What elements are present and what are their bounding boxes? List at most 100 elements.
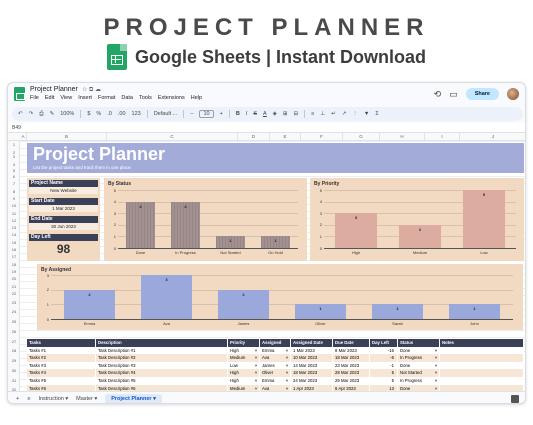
star-move-cloud-icons[interactable]: ☆ ⧉ ☁ [82, 86, 101, 94]
fill-color-icon[interactable]: ◈ [273, 111, 277, 117]
share-button[interactable]: Share [465, 88, 499, 100]
font-size-decrease-icon[interactable]: − [190, 111, 193, 117]
table-cell[interactable]: 10 Mar 2023 [291, 354, 333, 362]
name-box[interactable]: B49 [12, 125, 21, 131]
column-header-due-date[interactable]: Due Date [333, 339, 370, 347]
table-cell[interactable]: 5 [370, 369, 398, 377]
column-header-g[interactable]: G [343, 133, 380, 141]
row-header-11[interactable]: 11 [8, 211, 20, 216]
column-header-b[interactable]: B [27, 133, 107, 141]
column-header-d[interactable]: D [238, 133, 270, 141]
row-header-21[interactable]: 21 [8, 284, 20, 289]
table-cell[interactable]: Task Description #3 [96, 361, 228, 370]
row-header-14[interactable]: 14 [8, 232, 20, 237]
menu-data[interactable]: Data [121, 95, 133, 101]
column-header-i[interactable]: I [425, 133, 460, 141]
chevron-down-icon[interactable]: ▾ [255, 362, 259, 370]
column-header-j[interactable]: J [460, 133, 525, 141]
column-header-assigned-date[interactable]: Assigned Date [291, 339, 333, 347]
strikethrough-button[interactable]: S [253, 111, 257, 117]
row-header-28[interactable]: 28 [8, 348, 20, 353]
row-header-31[interactable]: 31 [8, 378, 20, 383]
functions-icon[interactable]: Σ [375, 111, 378, 117]
column-header-e[interactable]: E [270, 133, 301, 141]
italic-button[interactable]: I [246, 111, 248, 117]
column-header-day-left[interactable]: Day Left [370, 339, 398, 347]
row-header-16[interactable]: 16 [8, 247, 20, 252]
align-icon[interactable]: ≡ [311, 111, 314, 117]
row-header-17[interactable]: 17 [8, 254, 20, 259]
row-header-27[interactable]: 27 [8, 339, 20, 344]
column-header-description[interactable]: Description [96, 339, 228, 347]
chevron-down-icon[interactable]: ▾ [286, 369, 290, 377]
table-cell[interactable]: Emma ▾ [260, 376, 291, 385]
assigned-chart[interactable]: By Assigned 0 1 2 3 2 Emma 3 Ava 2 James 1 Oliver 1 S… [37, 264, 523, 330]
row-header-23[interactable]: 23 [8, 300, 20, 305]
percent-button[interactable]: % [96, 111, 101, 117]
tab-master[interactable]: Master ▾ [76, 396, 97, 402]
chevron-down-icon[interactable]: ▾ [255, 377, 259, 385]
row-header-22[interactable]: 22 [8, 291, 20, 296]
increase-decimal-button[interactable]: .00 [118, 111, 126, 117]
tab-instruction[interactable]: Instruction ▾ [38, 396, 68, 402]
table-cell[interactable]: Low ▾ [228, 361, 260, 370]
table-cell[interactable]: -1 [370, 361, 398, 370]
currency-button[interactable]: $ [87, 111, 90, 117]
sheet-grid[interactable]: Project Planner List the project tasks a… [20, 141, 525, 393]
font-select[interactable]: Default ... [154, 111, 178, 117]
table-cell[interactable]: High ▾ [228, 369, 260, 377]
column-header-assigned[interactable]: Assigned [260, 339, 291, 347]
menu-insert[interactable]: Insert [78, 95, 92, 101]
table-cell[interactable]: Medium ▾ [228, 354, 260, 362]
column-header-status[interactable]: Status [398, 339, 440, 347]
table-cell[interactable]: Tasks #4 [27, 369, 96, 377]
avatar[interactable] [507, 88, 519, 100]
bar-low[interactable] [462, 190, 506, 248]
row-header-13[interactable]: 13 [8, 225, 20, 230]
menu-view[interactable]: View [60, 95, 72, 101]
paint-format-icon[interactable]: ✎ [50, 111, 55, 117]
rotate-icon[interactable]: ↗ [342, 111, 347, 117]
row-header-3[interactable]: 3 [8, 154, 20, 159]
table-cell[interactable]: 29 Mar 2023 [333, 376, 370, 385]
table-cell[interactable] [440, 361, 524, 370]
all-sheets-button[interactable]: ≡ [27, 396, 30, 402]
explore-icon[interactable] [511, 395, 519, 403]
table-cell[interactable]: 5 [370, 376, 398, 385]
table-cell[interactable] [440, 376, 524, 385]
priority-chart[interactable]: By Priority 0 1 2 3 4 5 3 High 2 Medium 5 Low [310, 178, 524, 261]
menu-extensions[interactable]: Extensions [158, 95, 185, 101]
chevron-down-icon[interactable]: ▾ [255, 354, 259, 362]
row-header-15[interactable]: 15 [8, 240, 20, 245]
table-cell[interactable]: 24 Mar 2023 [291, 376, 333, 385]
comment-icon[interactable]: ▭ [449, 89, 458, 100]
table-cell[interactable]: 18 Mar 2023 [333, 354, 370, 362]
menu-help[interactable]: Help [191, 95, 202, 101]
chevron-down-icon[interactable]: ▾ [435, 377, 439, 385]
table-cell[interactable]: Task Description #5 [96, 376, 228, 385]
sheets-app-icon[interactable] [14, 87, 25, 101]
table-cell[interactable]: In Progress ▾ [398, 376, 440, 385]
table-cell[interactable]: 1 Mar 2023 [291, 346, 333, 355]
table-cell[interactable] [440, 369, 524, 377]
column-header-f[interactable]: F [301, 133, 343, 141]
row-header-8[interactable]: 8 [8, 189, 20, 194]
table-cell[interactable]: 18 Mar 2023 [291, 369, 333, 377]
menu-file[interactable]: File [30, 95, 39, 101]
table-cell[interactable]: High ▾ [228, 376, 260, 385]
table-cell[interactable]: 23 Mar 2023 [333, 361, 370, 370]
row-header-5[interactable]: 5 [8, 168, 20, 173]
table-cell[interactable]: Done ▾ [398, 361, 440, 370]
table-cell[interactable]: -16 [370, 346, 398, 355]
chevron-down-icon[interactable]: ▾ [286, 354, 290, 362]
row-header-12[interactable]: 12 [8, 218, 20, 223]
table-cell[interactable]: Task Description #2 [96, 354, 228, 362]
table-cell[interactable]: 28 Mar 2023 [333, 369, 370, 377]
table-cell[interactable]: Tasks #1 [27, 346, 96, 355]
wrap-icon[interactable]: ↵ [331, 111, 336, 117]
table-cell[interactable]: Not Started ▾ [398, 369, 440, 377]
decrease-decimal-button[interactable]: .0 [107, 111, 112, 117]
borders-icon[interactable]: ⊞ [283, 111, 288, 117]
table-cell[interactable]: Tasks #2 [27, 354, 96, 362]
chevron-down-icon[interactable]: ▾ [286, 377, 290, 385]
